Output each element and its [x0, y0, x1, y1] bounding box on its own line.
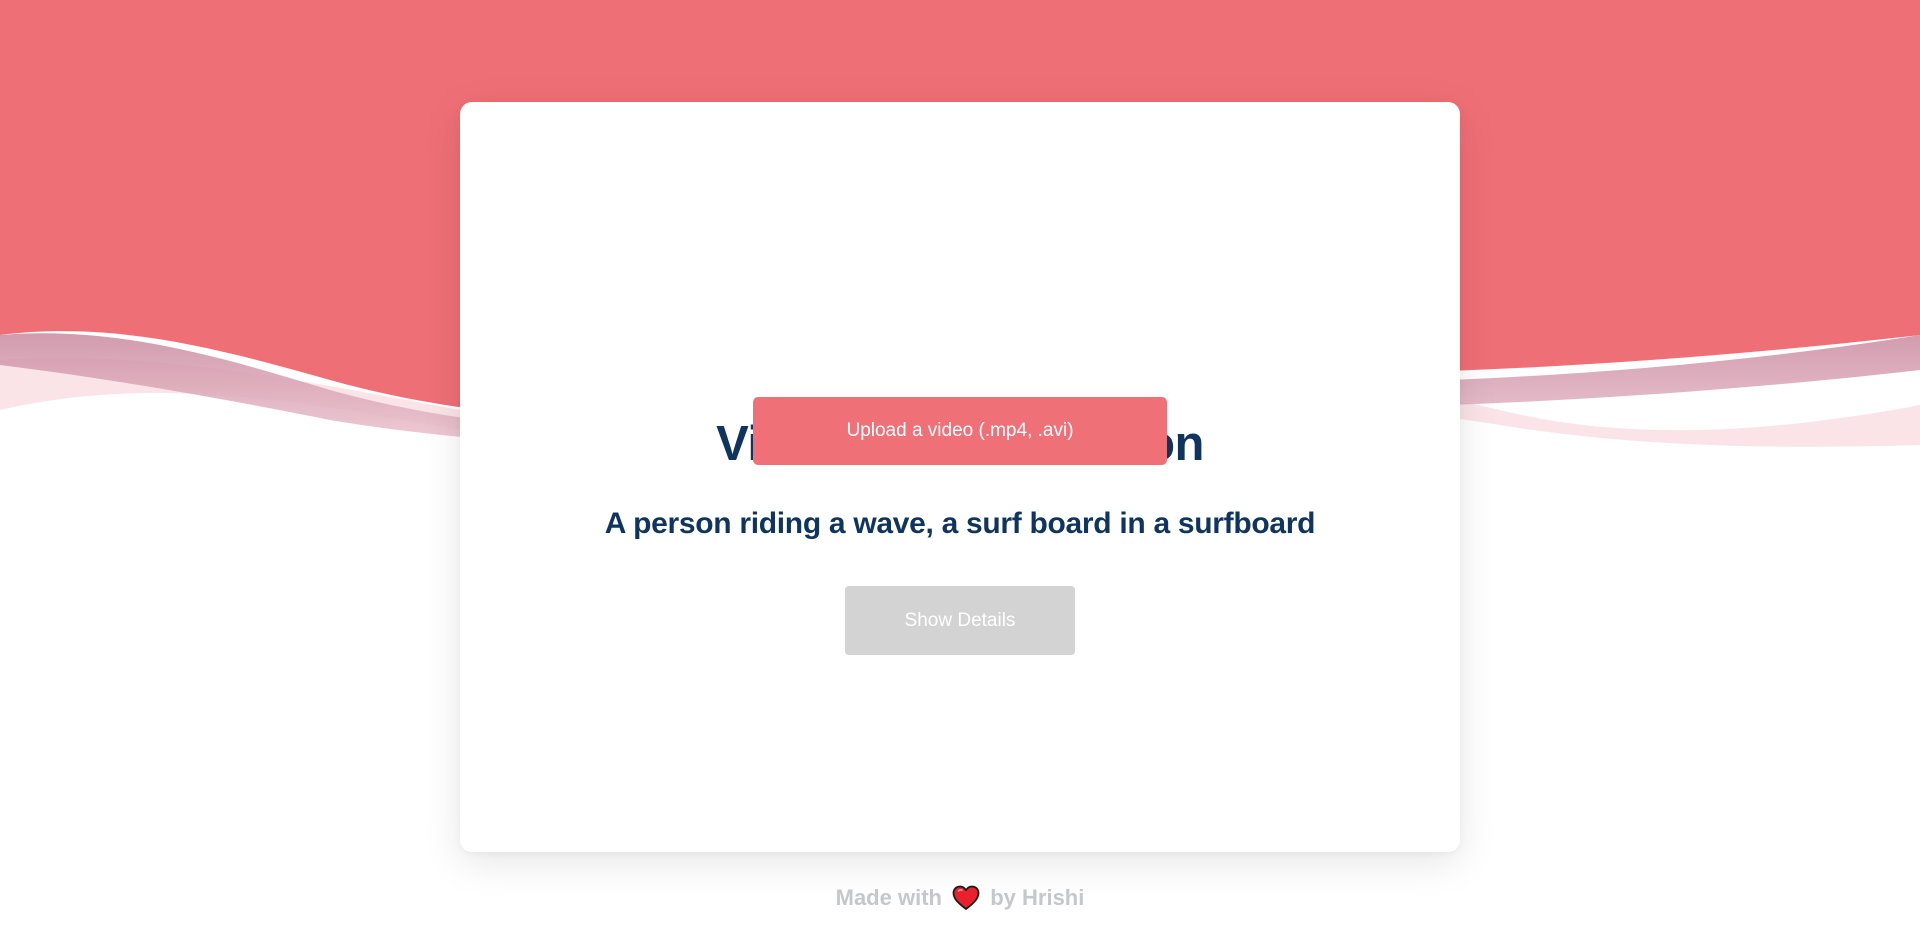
show-details-button[interactable]: Show Details	[845, 586, 1075, 655]
footer-prefix: Made with	[835, 885, 942, 910]
footer-suffix: by Hrishi	[990, 885, 1085, 910]
upload-video-button[interactable]: Upload a video (.mp4, .avi)	[753, 397, 1167, 465]
summary-caption: A person riding a wave, a surf board in …	[604, 507, 1316, 540]
footer: Made with by Hrishi	[0, 882, 1920, 914]
main-card: Video Summarization Upload a video (.mp4…	[460, 102, 1460, 852]
heart-icon	[952, 885, 980, 911]
